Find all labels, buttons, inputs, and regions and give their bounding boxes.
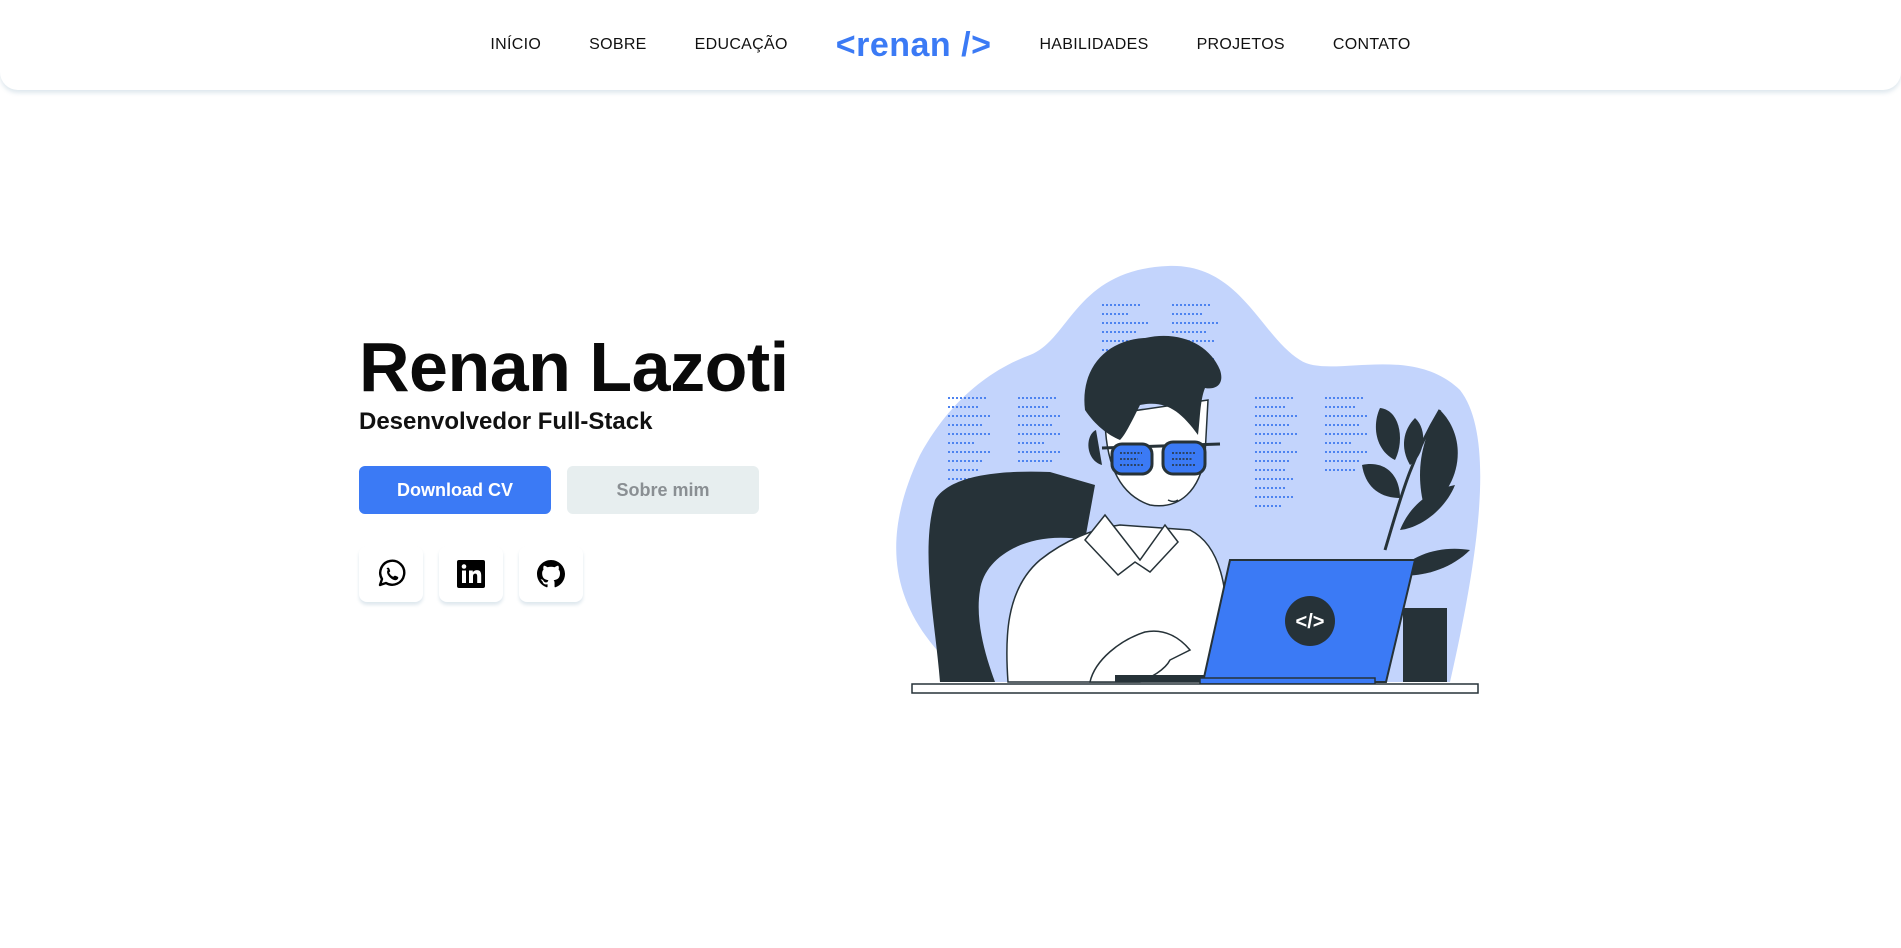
- nav-link-sobre[interactable]: SOBRE: [589, 36, 647, 54]
- developer-illustration: </>: [896, 265, 1481, 694]
- about-me-button[interactable]: Sobre mim: [567, 466, 759, 514]
- github-button[interactable]: [519, 546, 583, 602]
- whatsapp-button[interactable]: [359, 546, 423, 602]
- github-icon: [537, 560, 565, 588]
- linkedin-button[interactable]: [439, 546, 503, 602]
- hero-name: Renan Lazoti: [359, 328, 789, 406]
- site-logo[interactable]: <renan />: [836, 26, 992, 65]
- nav-link-projetos[interactable]: PROJETOS: [1197, 36, 1285, 54]
- whatsapp-icon: [378, 559, 406, 587]
- download-cv-button[interactable]: Download CV: [359, 466, 551, 514]
- laptop-code-symbol: </>: [1296, 611, 1325, 633]
- nav-link-habilidades[interactable]: HABILIDADES: [1039, 36, 1148, 54]
- nav-link-inicio[interactable]: INÍCIO: [490, 36, 541, 54]
- hero-role: Desenvolvedor Full-Stack: [359, 408, 653, 435]
- hero-text: Renan Lazoti Desenvolvedor Full-Stack: [359, 327, 789, 437]
- laptop: </>: [1199, 559, 1417, 685]
- linkedin-icon: [457, 560, 485, 588]
- desk: [911, 683, 1479, 694]
- social-links: [359, 546, 599, 602]
- nav-link-educacao[interactable]: EDUCAÇÃO: [695, 36, 788, 54]
- nav-link-contato[interactable]: CONTATO: [1333, 36, 1411, 54]
- hero-buttons: Download CV Sobre mim: [359, 466, 759, 514]
- navbar: INÍCIO SOBRE EDUCAÇÃO <renan /> HABILIDA…: [0, 0, 1901, 90]
